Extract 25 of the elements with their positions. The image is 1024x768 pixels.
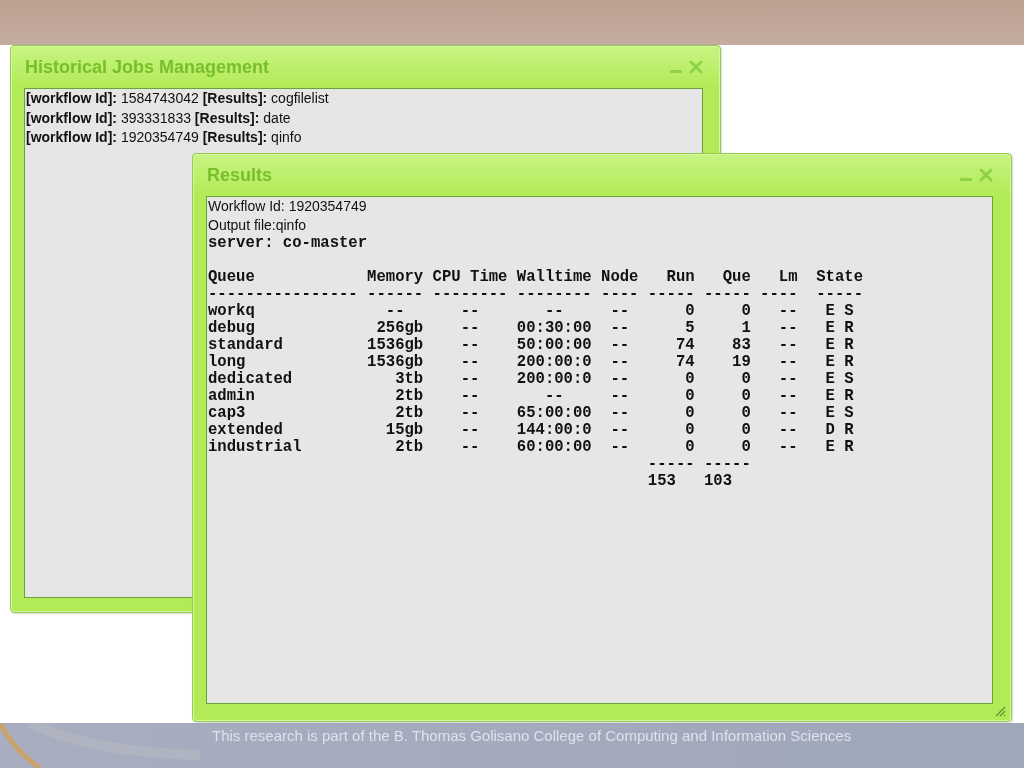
- output-line: cap3 2tb -- 65:00:00 -- 0 0 -- E S: [208, 405, 854, 422]
- totals-rule: ----- -----: [647, 456, 751, 473]
- close-icon[interactable]: [979, 168, 993, 182]
- output-line: debug 256gb -- 00:30:00 -- 5 1 -- E R: [208, 320, 854, 337]
- output-line: industrial 2tb -- 60:00:00 -- 0 0 -- E R: [208, 439, 854, 456]
- footer-text: This research is part of the B. Thomas Golisano College of Computing and Information Sciences: [212, 727, 852, 744]
- job-entry[interactable]: [workflow Id]: 393331833 [Results]: date: [26, 108, 701, 128]
- server-text: server: co-master: [208, 235, 368, 252]
- job-entry[interactable]: [workflow Id]: 1920354749 [Results]: qinfo: [26, 128, 701, 148]
- output-line: workq -- -- -- -- 0 0 -- E S: [208, 303, 854, 320]
- job-entry[interactable]: [workflow Id]: 1584743042 [Results]: cogfilelist: [26, 89, 701, 109]
- detail-text: Workflow Id: 1920354749: [208, 197, 368, 216]
- totals-text: 153 103: [647, 473, 733, 490]
- output-line: ---------------- ------ -------- -------- ---- ----- ----- ---- -----: [208, 286, 864, 303]
- resize-grip-icon[interactable]: [994, 705, 1006, 717]
- output-line: extended 15gb -- 144:00:0 -- 0 0 -- D R: [208, 422, 854, 439]
- output-line: dedicated 3tb -- 200:00:0 -- 0 0 -- E S: [208, 371, 854, 388]
- output-line: admin 2tb -- -- -- 0 0 -- E R: [208, 388, 854, 405]
- close-icon[interactable]: [689, 60, 703, 74]
- detail-text: Output file:qinfo: [208, 216, 308, 235]
- window-title: Results: [206, 164, 274, 186]
- output-line: Queue Memory CPU Time Walltime Node Run Que Lm State: [208, 269, 864, 286]
- window-title: Historical Jobs Management: [24, 56, 271, 78]
- output-line: standard 1536gb -- 50:00:00 -- 74 83 -- E R: [208, 337, 854, 354]
- output-line: long 1536gb -- 200:00:0 -- 74 19 -- E R: [208, 354, 854, 371]
